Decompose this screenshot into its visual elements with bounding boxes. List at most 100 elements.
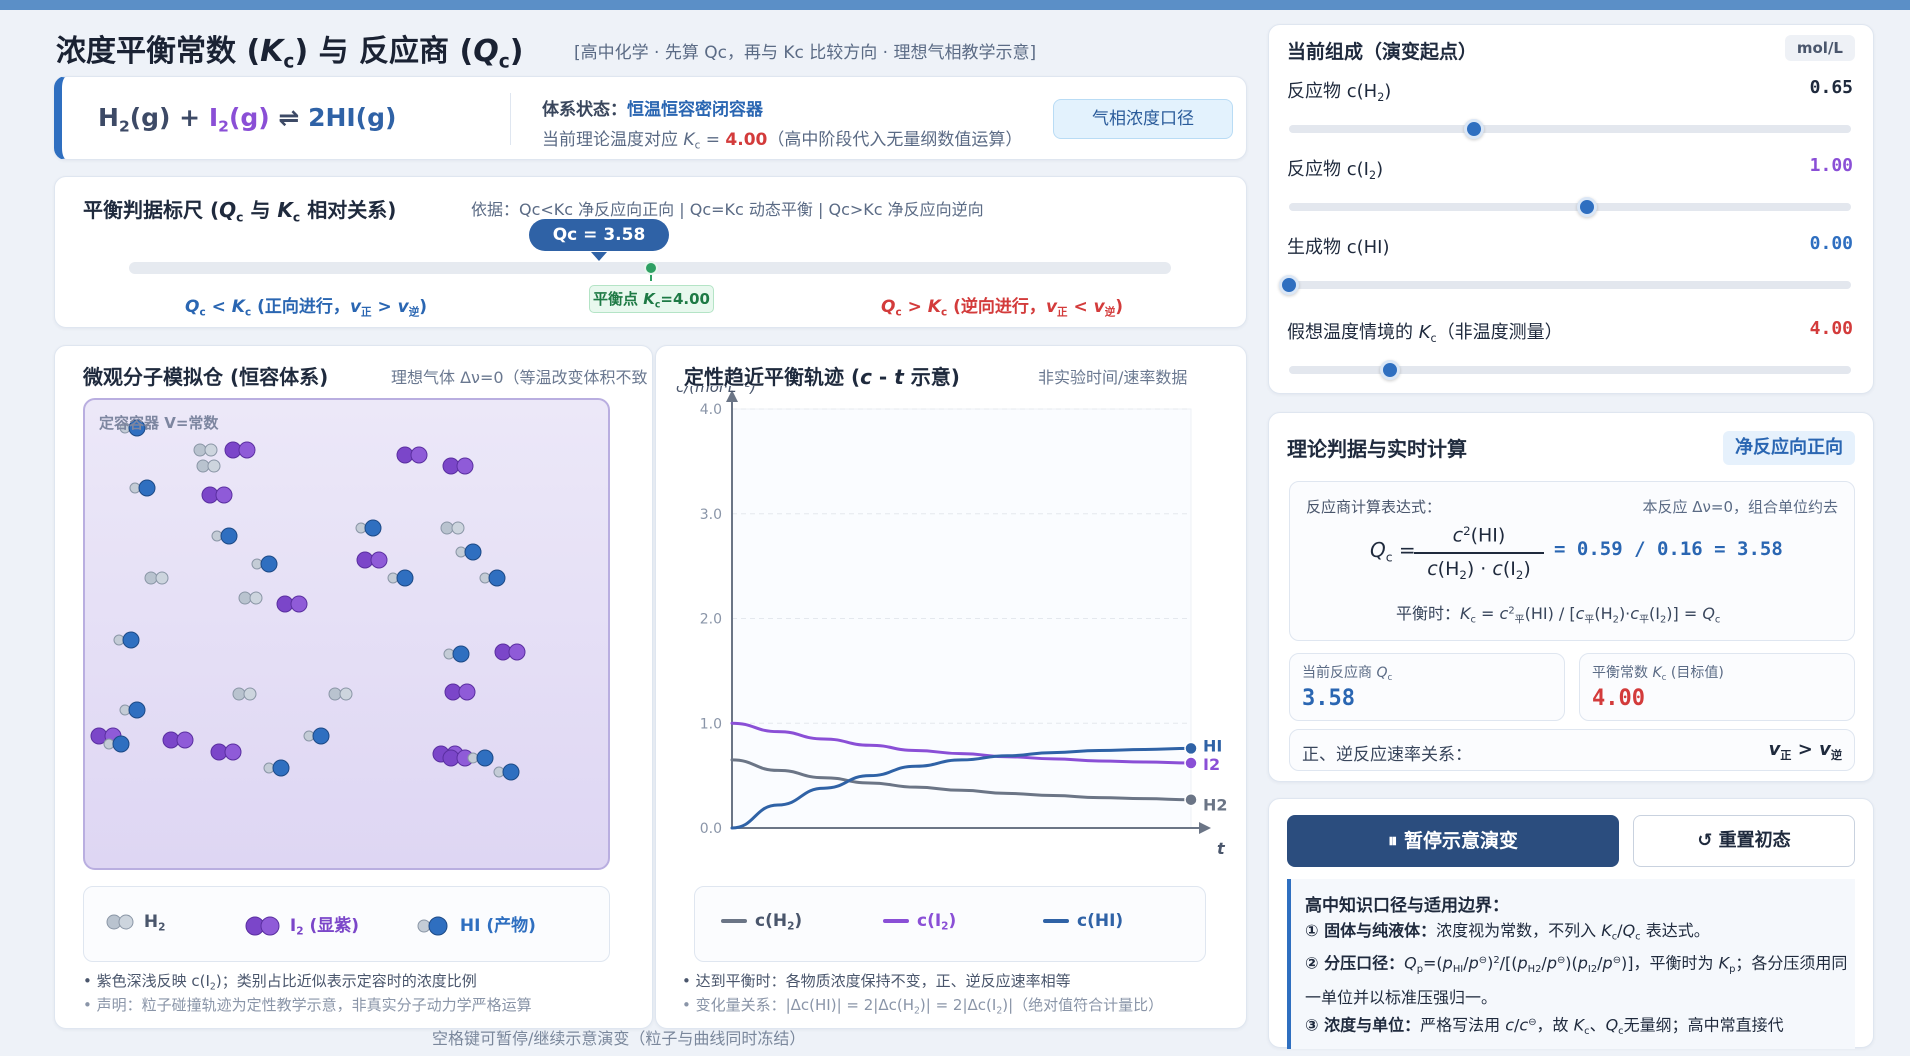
- top-accent-bar: [0, 0, 1910, 10]
- knowledge-box: 高中知识口径与适用边界： ① 固体与纯液体：浓度视为常数，不列入 Kc/Qc 表…: [1287, 879, 1855, 1049]
- slider-i2-value: 1.00: [1809, 155, 1853, 176]
- fraction-bar: [1414, 552, 1544, 554]
- calc-title: 理论判据与实时计算: [1287, 437, 1467, 461]
- gas-concentration-badge[interactable]: 气相浓度口径: [1053, 99, 1233, 139]
- slider-i2-thumb[interactable]: [1576, 197, 1597, 217]
- i2-molecule: [224, 441, 256, 459]
- direction-badge: 净反应向正向: [1723, 431, 1855, 465]
- chart-legend-hi: c(HI): [1043, 911, 1123, 931]
- trajectory-chart-panel: 定性趋近平衡轨迹 (c - t 示意) 非实验时间/速率数据 0.0 1.0 2.0…: [655, 345, 1247, 1029]
- rate-value: v正 > v逆: [1768, 739, 1842, 762]
- formula-denominator: c(H2) · c(I2): [1427, 558, 1531, 583]
- qc-bubble: Qc = 3.58: [529, 219, 669, 251]
- equilibrium-scale-card: 平衡判据标尺 (Qc 与 Kc 相对关系) 依据：Qc<Kc 净反应向正向 | …: [54, 176, 1247, 328]
- slider-hi-thumb[interactable]: [1279, 275, 1299, 295]
- hi-molecule: [119, 701, 146, 719]
- molecule-canvas: [90, 419, 526, 781]
- chart-legend-i2: c(I2): [883, 911, 956, 933]
- qc-stat-value: 3.58: [1302, 686, 1355, 711]
- legend-i2: I2 (显紫): [244, 911, 359, 938]
- hi-molecule: [387, 569, 414, 587]
- formula-value: = 0.59 / 0.16 = 3.58: [1554, 538, 1783, 560]
- molecule-simulation-panel: 微观分子模拟仓 (恒容体系) 理想气体 Δν=0（等温改变体积不致 定容容器 V…: [54, 345, 653, 1029]
- composition-title: 当前组成（演变起点）: [1287, 41, 1478, 63]
- container-label: 定容容器 V=常数: [99, 414, 219, 432]
- page-subtitle: [高中化学 · 先算 Qc，再与 Kc 比较方向 · 理想气相教学示意]: [574, 43, 1037, 63]
- formula-label: 反应商计算表达式：: [1306, 498, 1442, 516]
- hi-molecule: [355, 519, 382, 537]
- x-axis-label: t: [1217, 839, 1226, 856]
- i2-molecule: [396, 446, 428, 464]
- hi-molecule: [251, 555, 278, 573]
- y-axis-label: c/(mol·L⁻¹): [676, 386, 756, 396]
- slider-kc-track[interactable]: [1289, 366, 1851, 374]
- slider-hi-label: 生成物 c(HI): [1287, 237, 1390, 258]
- h2-molecule: [232, 687, 257, 701]
- molecule-panel-title: 微观分子模拟仓 (恒容体系): [83, 365, 329, 389]
- control-panel: ⏸ 暂停示意演变 ↺ 重置初态 高中知识口径与适用边界： ① 固体与纯液体：浓度…: [1268, 798, 1874, 1049]
- slider-hi-track[interactable]: [1289, 281, 1851, 289]
- series-label-i2: I2: [1203, 755, 1220, 774]
- molecule-legend: H2 I2 (显紫) HI (产物): [83, 886, 610, 962]
- slider-kc-thumb[interactable]: [1380, 360, 1401, 380]
- kc-stat-box: 平衡常数 Kc (目标值) 4.00: [1579, 653, 1855, 721]
- i2-molecule: [162, 731, 194, 749]
- hi-molecule: [443, 645, 470, 663]
- slider-h2-track[interactable]: [1289, 125, 1851, 133]
- slider-h2-thumb[interactable]: [1464, 119, 1485, 139]
- hi-molecule: [263, 759, 290, 777]
- system-state: 体系状态：恒温恒容密闭容器: [542, 100, 763, 120]
- composition-panel: 当前组成（演变起点） mol/L 反应物 c(H2) 0.65 反应物 c(I2…: [1268, 24, 1874, 394]
- reset-button[interactable]: ↺ 重置初态: [1633, 815, 1855, 867]
- slider-h2-label: 反应物 c(H2): [1287, 81, 1392, 104]
- formula-fraction: c2(HI) c(H2) · c(I2): [1414, 524, 1544, 582]
- formula-note: 本反应 Δν=0，组合单位约去: [1642, 498, 1838, 516]
- forward-direction-label: Qc < Kc (正向进行，v正 > v逆): [185, 297, 428, 319]
- molecule-container[interactable]: 定容容器 V=常数: [83, 398, 610, 870]
- i2-molecule: [276, 595, 308, 613]
- i2-line-swatch: [883, 919, 909, 923]
- chart-legend-h2: c(H2): [721, 911, 802, 933]
- keyboard-hint: 空格键可暂停/继续示意演变（粒子与曲线同时冻结）: [432, 1029, 806, 1048]
- h2-molecule: [238, 591, 263, 605]
- slider-i2-track[interactable]: [1289, 203, 1851, 211]
- chart-legend: c(H2) c(I2) c(HI): [694, 886, 1206, 962]
- chart-note-equilibrium: • 达到平衡时：各物质浓度保持不变，正、逆反应速率相等: [682, 972, 1071, 990]
- hi-molecule: [113, 631, 140, 649]
- molecule-note-color: • 紫色深浅反映 c(I2)；类别占比近似表示定容时的浓度比例: [83, 972, 477, 993]
- slider-kc-value: 4.00: [1809, 318, 1853, 339]
- molecule-panel-note: 理想气体 Δν=0（等温改变体积不致: [391, 368, 648, 387]
- hi-line-swatch: [1043, 919, 1069, 923]
- divider: [510, 93, 511, 145]
- i2-molecule: [201, 486, 233, 504]
- series-label-h2: H2: [1203, 796, 1228, 815]
- hi-molecule: [211, 527, 238, 545]
- reaction-equation: H2(g) + I2(g) ⇌ 2HI(g): [98, 103, 397, 136]
- series-end-dot-hi: [1184, 741, 1198, 756]
- reaction-card: H2(g) + I2(g) ⇌ 2HI(g) 体系状态：恒温恒容密闭容器 当前理…: [54, 76, 1247, 160]
- series-label-hi: HI: [1203, 736, 1222, 755]
- y-tick-label: 0.0: [700, 821, 722, 837]
- h2-molecule-icon: [106, 914, 134, 930]
- hi-molecule: [493, 763, 520, 781]
- y-tick-label: 4.0: [700, 402, 722, 418]
- formula-numerator: c2(HI): [1452, 524, 1506, 547]
- equilibrium-formula: 平衡时：Kc = c2平(HI) / [c平(H2)·c平(I2)] = Qc: [1396, 604, 1721, 626]
- qc-pointer: [591, 252, 607, 261]
- slider-i2-label: 反应物 c(I2): [1287, 159, 1384, 182]
- qc-stat-label: 当前反应商 Qc: [1302, 665, 1393, 684]
- temperature-kc-line: 当前理论温度对应 Kc = 4.00（高中阶段代入无量纲数值运算）: [542, 130, 1023, 152]
- h2-molecule: [440, 521, 465, 535]
- slider-h2-value: 0.65: [1809, 77, 1853, 98]
- pause-button[interactable]: ⏸ 暂停示意演变: [1287, 815, 1619, 867]
- formula-box: 反应商计算表达式： 本反应 Δν=0，组合单位约去 Qc = c2(HI) c(…: [1289, 481, 1855, 641]
- hi-molecule: [479, 569, 506, 587]
- y-tick-label: 2.0: [700, 612, 722, 628]
- h2-molecule: [193, 443, 218, 457]
- series-end-dot-i2: [1184, 756, 1198, 770]
- kc-stat-value: 4.00: [1592, 686, 1645, 711]
- concentration-time-chart: 0.0 1.0 2.0 3.0 4.0 c/(mol·L⁻¹) t H2 I2HI: [676, 386, 1228, 856]
- knowledge-item-3: ③ 浓度与单位：严格写法用 c/c⊖，故 Kc、Qc无量纲；高中常直接代: [1305, 1015, 1784, 1037]
- formula-lhs: Qc =: [1370, 538, 1416, 565]
- equilibrium-dot: [644, 261, 658, 275]
